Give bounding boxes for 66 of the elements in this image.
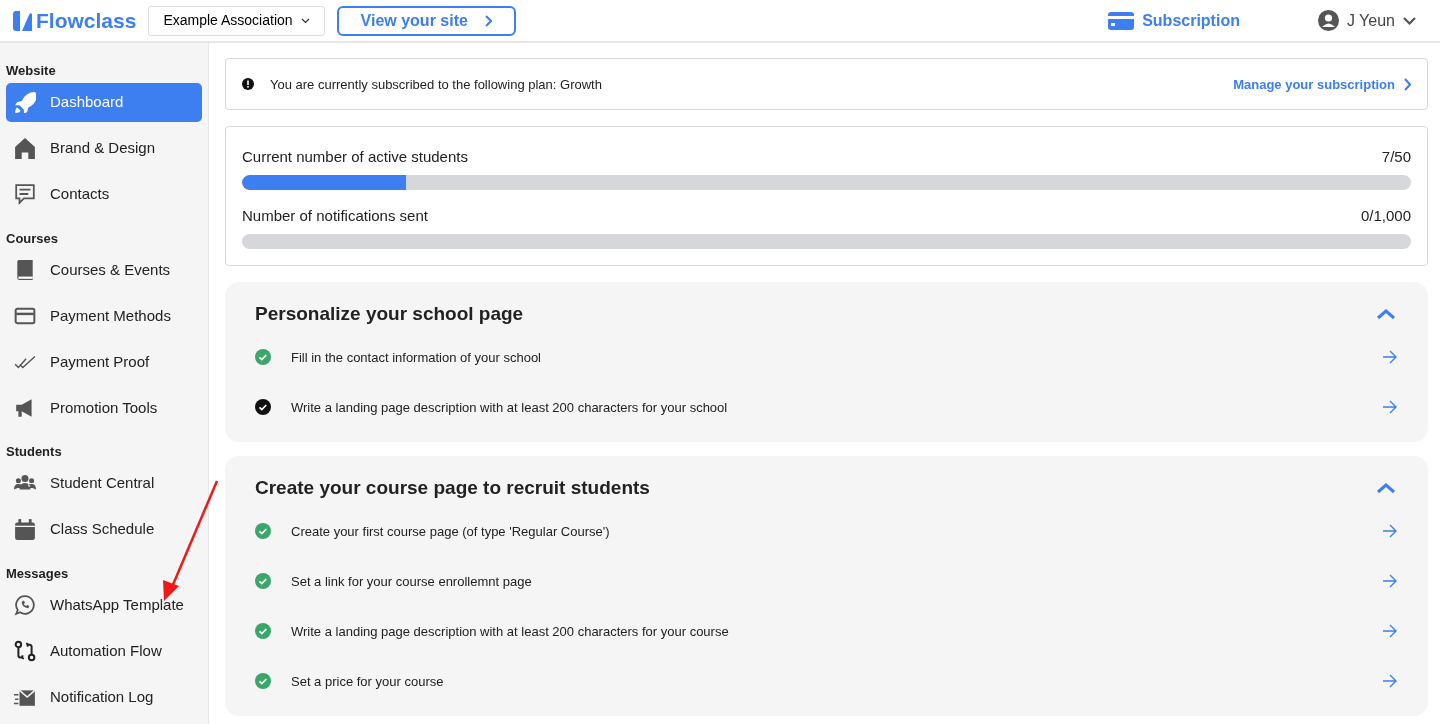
arrow-right-icon bbox=[1382, 350, 1398, 365]
chevron-right-icon bbox=[1403, 77, 1411, 91]
sidebar-item[interactable]: Dashboard bbox=[6, 82, 202, 122]
caret-icon bbox=[300, 17, 310, 24]
sidebar-item[interactable]: WhatsApp Template bbox=[6, 585, 202, 625]
task-text: Write a landing page description with at least 200 characters for your course bbox=[291, 622, 730, 641]
notice-text: You are currently subscribed to the following plan: Growth bbox=[270, 75, 603, 94]
organization-select[interactable]: Example Association bbox=[148, 5, 325, 36]
go-arrow-button[interactable] bbox=[1382, 574, 1398, 589]
logo-text: Flowclass bbox=[36, 7, 137, 34]
calendar-icon bbox=[14, 518, 36, 541]
sidebar-item[interactable]: Brand & Design bbox=[6, 128, 202, 168]
rocket-icon bbox=[14, 91, 36, 114]
house-icon bbox=[14, 137, 36, 160]
arrow-right-icon bbox=[1382, 674, 1398, 689]
collapse-toggle[interactable] bbox=[1376, 308, 1396, 321]
manage-subscription-link[interactable]: Manage your subscription bbox=[1233, 74, 1411, 95]
usage-reading: 7/50 bbox=[1381, 147, 1411, 168]
chevron-up-icon bbox=[1376, 482, 1396, 495]
logo-icon bbox=[10, 9, 32, 32]
go-arrow-button[interactable] bbox=[1382, 350, 1398, 365]
go-arrow-button[interactable] bbox=[1382, 524, 1398, 539]
book-icon bbox=[14, 258, 36, 281]
chevron-up-icon bbox=[1376, 308, 1396, 321]
usage-label: Current number of active students bbox=[242, 147, 468, 168]
sidebar-section-title: Messages bbox=[6, 564, 70, 583]
avatar-icon bbox=[1317, 10, 1339, 32]
arrow-right-icon bbox=[1382, 624, 1398, 639]
sidebar-item[interactable]: Notification Log bbox=[6, 677, 202, 717]
sidebar-item[interactable]: Payment Methods bbox=[6, 296, 202, 336]
task-text: Write a landing page description with at least 200 characters for your school bbox=[291, 398, 729, 417]
sidebar-section-title: Courses bbox=[6, 229, 60, 248]
go-arrow-button[interactable] bbox=[1382, 400, 1398, 415]
sidebar-section-title: Website bbox=[6, 62, 57, 81]
sidebar-item[interactable]: Promotion Tools bbox=[6, 388, 202, 428]
chat-icon bbox=[14, 183, 36, 206]
sidebar-item[interactable]: Courses & Events bbox=[6, 250, 202, 290]
arrow-right-icon bbox=[1382, 524, 1398, 539]
task-text: Create your first course page (of type 'Regular Course') bbox=[291, 522, 611, 541]
chat-bubble-phone-icon bbox=[14, 593, 36, 616]
sidebar-section-title: Students bbox=[6, 443, 63, 462]
sidebar-item[interactable]: Automation Flow bbox=[6, 631, 202, 671]
arrow-right-icon bbox=[1382, 400, 1398, 415]
collapse-toggle[interactable] bbox=[1376, 482, 1396, 495]
view-site-button[interactable]: View your site bbox=[336, 5, 516, 36]
caret-icon bbox=[1403, 16, 1416, 25]
usage-label: Number of notifications sent bbox=[242, 206, 428, 227]
task-text: Set a link for your course enrollemnt page bbox=[291, 572, 533, 591]
sidebar-item[interactable]: Payment Proof bbox=[6, 342, 202, 382]
card-icon bbox=[1108, 10, 1135, 31]
sidebar-item[interactable]: Class Schedule bbox=[6, 509, 202, 549]
sidebar-item[interactable]: Contacts bbox=[6, 174, 202, 214]
go-arrow-button[interactable] bbox=[1382, 674, 1398, 689]
subscription-link[interactable]: Subscription bbox=[1108, 8, 1240, 33]
usage-reading: 0/1,000 bbox=[1360, 206, 1411, 227]
user-menu[interactable]: J Yeun bbox=[1311, 7, 1422, 34]
flow-icon bbox=[14, 639, 36, 662]
sidebar-item[interactable]: Student Central bbox=[6, 463, 202, 503]
task-text: Set a price for your course bbox=[291, 672, 445, 691]
section-title: Personalize your school page bbox=[255, 302, 524, 327]
info-icon bbox=[242, 78, 254, 91]
section-title: Create your course page to recruit students bbox=[255, 476, 650, 501]
chevron-right-icon bbox=[483, 14, 492, 27]
task-text: Fill in the contact information of your school bbox=[291, 348, 542, 367]
go-arrow-button[interactable] bbox=[1382, 624, 1398, 639]
arrow-right-icon bbox=[1382, 574, 1398, 589]
